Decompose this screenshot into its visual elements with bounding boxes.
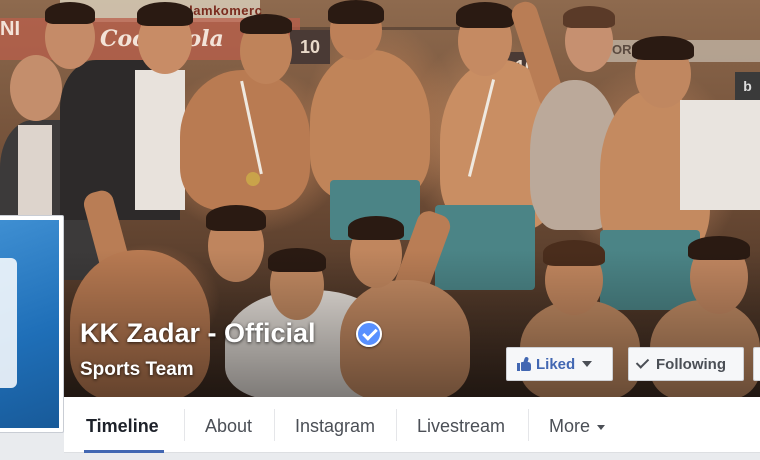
player-hair	[632, 36, 694, 60]
tab-instagram[interactable]: Instagram	[295, 397, 375, 453]
page-tab-bar: Timeline About Instagram Livestream More	[64, 397, 760, 453]
check-icon	[635, 355, 650, 369]
arena-banner-left-text: NI	[0, 18, 20, 40]
page-category[interactable]: Sports Team	[80, 359, 194, 381]
player-hair	[563, 6, 615, 28]
player-hair	[348, 216, 404, 240]
arena-side-sign: b	[735, 72, 760, 100]
liked-button[interactable]: Liked	[506, 347, 613, 381]
chevron-down-icon	[597, 424, 606, 430]
thumbs-up-icon	[517, 356, 531, 371]
player-hair	[456, 2, 514, 28]
player-hair	[240, 14, 292, 34]
person-shirt	[18, 125, 52, 215]
arena-scoreboard: 10	[290, 30, 330, 64]
medal	[246, 172, 260, 186]
page-title[interactable]: KK Zadar - Official	[80, 318, 316, 349]
tab-more-label: More	[549, 416, 591, 436]
person-hair	[45, 2, 95, 24]
tab-more[interactable]: More	[549, 397, 606, 453]
tab-livestream[interactable]: Livestream	[417, 397, 505, 453]
following-label: Following	[656, 355, 726, 373]
page-background-strip	[0, 453, 760, 460]
tab-divider	[396, 409, 397, 441]
liked-label: Liked	[536, 355, 576, 373]
player-hair	[328, 0, 384, 24]
person-head	[10, 55, 62, 121]
following-button[interactable]: Following	[628, 347, 744, 381]
player-hair	[206, 205, 266, 231]
more-actions-button[interactable]	[753, 347, 760, 381]
chevron-down-icon	[582, 361, 593, 367]
verified-badge-icon[interactable]	[356, 321, 382, 347]
tab-divider	[274, 409, 275, 441]
person-hair	[137, 2, 193, 26]
tab-timeline[interactable]: Timeline	[86, 397, 159, 453]
person-shirt	[135, 70, 185, 210]
facebook-page-header: Plamkomerc NI Coca-Cola 10 10 ORPO b	[0, 0, 760, 460]
towel	[680, 100, 760, 210]
tab-divider	[528, 409, 529, 441]
profile-picture[interactable]	[0, 215, 64, 433]
profile-logo-icon	[0, 258, 17, 388]
tab-divider	[184, 409, 185, 441]
player-torso	[310, 50, 430, 200]
tab-about[interactable]: About	[205, 397, 252, 453]
